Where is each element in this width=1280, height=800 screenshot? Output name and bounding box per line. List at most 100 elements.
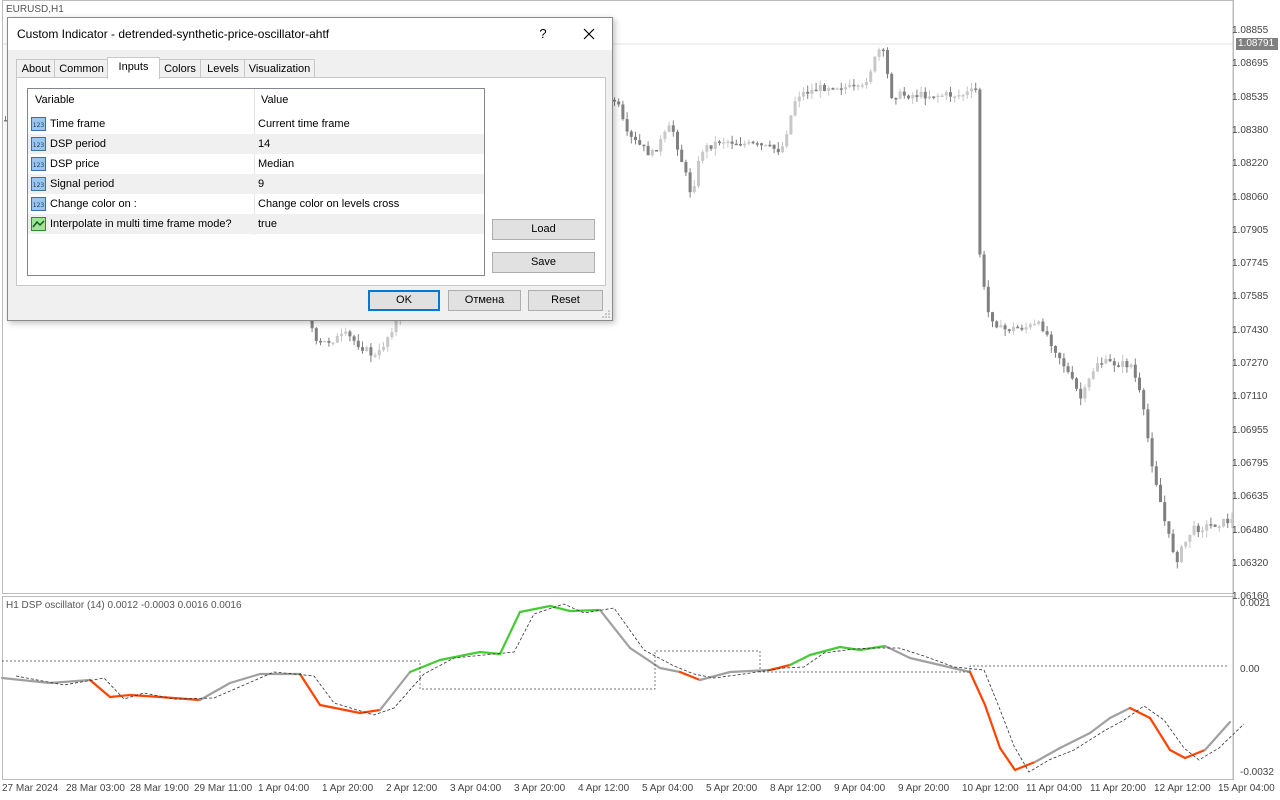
svg-text:123: 123 bbox=[33, 182, 45, 189]
candle-body bbox=[1226, 518, 1230, 524]
param-row-time-frame[interactable]: 123 Time frame Current time frame bbox=[28, 114, 484, 134]
tab-inputs[interactable]: Inputs bbox=[107, 57, 160, 79]
candle-body bbox=[907, 95, 910, 99]
candle-body bbox=[365, 347, 369, 351]
candle-body bbox=[751, 141, 755, 144]
column-header-variable[interactable]: Variable bbox=[35, 89, 75, 111]
candle-body bbox=[1062, 358, 1066, 367]
candle-body bbox=[789, 115, 793, 135]
candle-body bbox=[1049, 334, 1053, 347]
candle-body bbox=[369, 347, 373, 356]
candle-body bbox=[760, 143, 763, 146]
param-value[interactable]: Median bbox=[258, 154, 294, 174]
candle-body bbox=[1150, 438, 1154, 467]
param-row-change-color[interactable]: 123 Change color on : Change color on le… bbox=[28, 194, 484, 214]
param-row-dsp-price[interactable]: 123 DSP price Median bbox=[28, 154, 484, 174]
candle-body bbox=[1096, 363, 1099, 372]
price-tick-label: 1.08855 bbox=[1232, 25, 1269, 36]
candle-body bbox=[1007, 329, 1011, 332]
candle-body bbox=[1205, 524, 1209, 531]
save-button[interactable]: Save bbox=[492, 252, 595, 273]
candle-body bbox=[319, 340, 322, 343]
candle-body bbox=[894, 97, 898, 100]
candle-body bbox=[793, 101, 797, 116]
param-value[interactable]: Change color on levels cross bbox=[258, 194, 399, 214]
svg-text:123: 123 bbox=[33, 142, 45, 149]
date-tick-label: 4 Apr 12:00 bbox=[578, 783, 630, 794]
candle-body bbox=[995, 321, 999, 328]
oscillator-line bbox=[498, 610, 522, 656]
candle-body bbox=[869, 71, 873, 82]
parameters-table[interactable]: Variable Value 123 Time frame Current ti… bbox=[27, 88, 485, 276]
candle-body bbox=[978, 89, 982, 255]
candle-body bbox=[982, 254, 986, 287]
candle-body bbox=[814, 89, 818, 92]
param-row-dsp-period[interactable]: 123 DSP period 14 bbox=[28, 134, 484, 154]
param-value[interactable]: true bbox=[258, 214, 277, 234]
date-tick-label: 1 Apr 04:00 bbox=[258, 783, 310, 794]
help-button[interactable]: ? bbox=[528, 24, 558, 44]
candle-body bbox=[680, 149, 684, 163]
reset-button[interactable]: Reset bbox=[528, 290, 603, 311]
number-param-icon: 123 bbox=[31, 177, 46, 191]
candle-body bbox=[835, 88, 839, 90]
param-value[interactable]: 14 bbox=[258, 134, 270, 154]
candle-body bbox=[873, 56, 877, 72]
dialog-titlebar[interactable]: Custom Indicator - detrended-synthetic-p… bbox=[8, 18, 612, 50]
tab-visualization[interactable]: Visualization bbox=[244, 59, 315, 78]
tab-about[interactable]: About bbox=[16, 59, 56, 78]
oscillator-line bbox=[678, 670, 702, 682]
oscillator-line bbox=[478, 650, 502, 656]
candle-body bbox=[1075, 378, 1078, 389]
candle-body bbox=[881, 49, 885, 52]
ok-button[interactable]: OK bbox=[368, 290, 440, 311]
param-value[interactable]: Current time frame bbox=[258, 114, 350, 134]
date-tick-label: 1 Apr 20:00 bbox=[322, 783, 374, 794]
price-tick-label: 1.07270 bbox=[1232, 358, 1269, 369]
resize-grip-icon[interactable] bbox=[602, 310, 610, 318]
param-variable: Change color on : bbox=[50, 198, 137, 210]
candle-body bbox=[663, 131, 667, 140]
candle-body bbox=[852, 84, 856, 87]
column-header-value[interactable]: Value bbox=[261, 89, 288, 111]
osc-scale-zero: 0.00 bbox=[1240, 664, 1260, 675]
candle-body bbox=[1112, 361, 1116, 366]
candle-body bbox=[1079, 388, 1083, 399]
candle-body bbox=[1171, 533, 1175, 552]
candle-body bbox=[1104, 359, 1108, 364]
tab-common[interactable]: Common bbox=[54, 59, 109, 78]
candle-body bbox=[642, 144, 646, 147]
candle-body bbox=[898, 91, 902, 99]
candle-body bbox=[1028, 324, 1032, 328]
candle-body bbox=[1003, 325, 1007, 330]
candle-body bbox=[705, 145, 709, 152]
oscillator-line bbox=[983, 703, 1002, 750]
cancel-button[interactable]: Отмена bbox=[448, 290, 521, 311]
tab-colors[interactable]: Colors bbox=[158, 59, 202, 78]
date-tick-label: 3 Apr 04:00 bbox=[450, 783, 502, 794]
candle-body bbox=[1129, 364, 1133, 368]
load-button[interactable]: Load bbox=[492, 219, 595, 240]
tab-levels[interactable]: Levels bbox=[200, 59, 246, 78]
date-tick-label: 28 Mar 19:00 bbox=[130, 783, 189, 794]
current-price-label: 1.08791 bbox=[1236, 38, 1278, 50]
candle-body bbox=[1058, 352, 1062, 359]
dialog-title: Custom Indicator - detrended-synthetic-p… bbox=[17, 27, 330, 41]
candle-body bbox=[1121, 361, 1125, 367]
date-tick-label: 3 Apr 20:00 bbox=[514, 783, 566, 794]
candle-body bbox=[713, 141, 717, 149]
symbol-label: EURUSD,H1 bbox=[6, 4, 64, 15]
candle-body bbox=[1117, 365, 1120, 367]
candle-body bbox=[621, 104, 625, 120]
candle-body bbox=[1201, 530, 1204, 533]
date-tick-label: 5 Apr 04:00 bbox=[642, 783, 694, 794]
candle-body bbox=[970, 88, 973, 92]
candle-body bbox=[911, 95, 915, 99]
param-variable: Interpolate in multi time frame mode? bbox=[50, 218, 232, 230]
candle-body bbox=[890, 73, 894, 98]
close-button[interactable] bbox=[574, 24, 604, 44]
param-row-interpolate[interactable]: Interpolate in multi time frame mode? tr… bbox=[28, 214, 484, 234]
param-row-signal-period[interactable]: 123 Signal period 9 bbox=[28, 174, 484, 194]
param-value[interactable]: 9 bbox=[258, 174, 264, 194]
candle-body bbox=[1146, 409, 1150, 439]
